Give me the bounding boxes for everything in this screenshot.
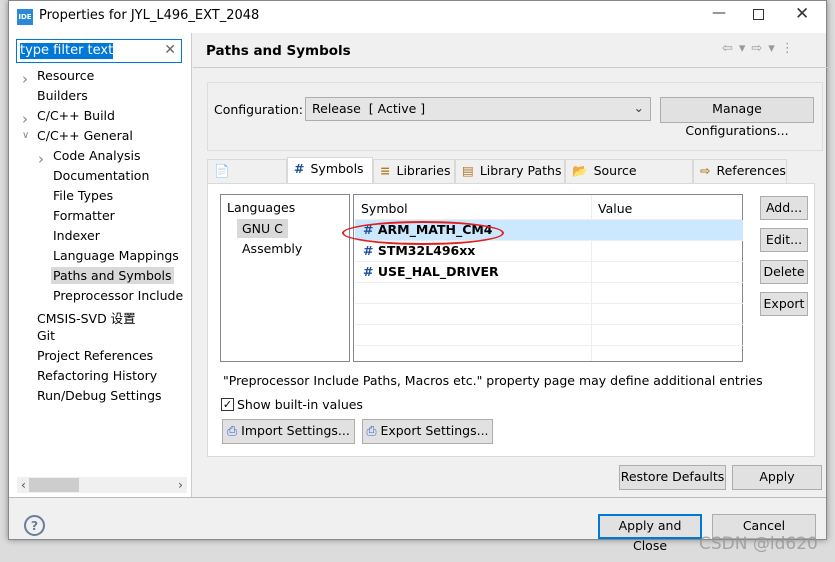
source-folder-icon: 📂 — [572, 163, 588, 178]
export-button[interactable]: Export — [760, 292, 808, 316]
column-header-value[interactable]: Value — [598, 201, 632, 216]
restore-defaults-button[interactable]: Restore Defaults — [619, 465, 726, 490]
tree-item[interactable]: Refactoring History — [35, 367, 159, 384]
empty-row — [355, 325, 743, 346]
tab-label: References — [716, 163, 786, 178]
help-icon[interactable]: ? — [24, 515, 45, 536]
properties-dialog: IDE Properties for JYL_L496_EXT_2048 — ✕… — [8, 0, 828, 554]
show-builtin-checkbox[interactable]: ✓ — [221, 398, 234, 411]
scrollbar-thumb[interactable] — [29, 478, 79, 492]
tree-item[interactable]: Project References — [35, 347, 155, 364]
horizontal-scrollbar[interactable]: ‹ › — [17, 477, 187, 493]
language-item[interactable]: GNU C — [237, 219, 288, 238]
symbols-table[interactable]: Symbol Value # ARM_MATH_CM4 # STM32L496xx… — [342, 194, 743, 362]
tab-symbols[interactable]: # Symbols — [287, 157, 373, 184]
configuration-group: Configuration: Release [ Active ] ⌄ Mana… — [207, 82, 823, 151]
tree-item[interactable]: Code Analysis — [51, 147, 142, 164]
minimize-button[interactable]: — — [709, 5, 729, 21]
watermark: CSDN @ld620 — [699, 534, 818, 554]
chevron-right-icon[interactable]: › — [38, 150, 44, 168]
ide-icon: IDE — [17, 9, 33, 25]
chevron-down-icon: ⌄ — [633, 100, 644, 115]
import-settings-button[interactable]: ⎙ Import Settings... — [222, 419, 355, 444]
manage-configurations-button[interactable]: Manage Configurations... — [660, 97, 814, 138]
delete-button[interactable]: Delete — [760, 260, 808, 284]
tab-label: Symbols — [310, 161, 364, 176]
hash-icon: # — [363, 243, 378, 258]
chevron-right-icon[interactable]: › — [22, 110, 28, 128]
clear-icon[interactable]: ✕ — [164, 42, 176, 58]
tab-source-location[interactable]: 📂Source Location — [565, 159, 693, 200]
tree-item[interactable]: Git — [35, 327, 57, 344]
languages-list[interactable]: Languages GNU C Assembly — [220, 194, 350, 362]
symbol-name: STM32L496xx — [377, 243, 476, 258]
libraries-icon: ≡ — [380, 163, 391, 178]
tree-item[interactable]: C/C++ General — [35, 127, 135, 144]
chevron-down-icon[interactable]: ∨ — [22, 130, 29, 141]
configuration-value: Release [ Active ] — [312, 101, 426, 116]
empty-row — [355, 283, 743, 304]
info-note: "Preprocessor Include Paths, Macros etc.… — [223, 373, 763, 388]
show-builtin-label: Show built-in values — [237, 397, 363, 412]
language-item[interactable]: Assembly — [242, 241, 302, 256]
configuration-label: Configuration: — [214, 102, 303, 117]
title-bar: IDE Properties for JYL_L496_EXT_2048 — ✕ — [9, 1, 826, 33]
close-button[interactable]: ✕ — [795, 4, 809, 24]
includes-icon: 📄 — [214, 163, 230, 178]
column-header-symbol[interactable]: Symbol — [361, 201, 408, 216]
tree-item[interactable]: File Types — [51, 187, 115, 204]
references-icon: ⇨ — [700, 163, 711, 178]
tab-library-paths[interactable]: ▤ Library Paths — [455, 159, 565, 183]
footer-divider — [9, 497, 826, 498]
header-divider — [193, 67, 828, 68]
library-paths-icon: ▤ — [462, 163, 474, 178]
nav-arrows[interactable]: ⇦▾⇨▾⋮ — [722, 41, 800, 56]
tab-content: Languages GNU C Assembly Symbol Value # … — [207, 183, 815, 457]
tree-item[interactable]: Paths and Symbols — [51, 267, 174, 284]
tree-item[interactable]: Resource — [35, 67, 96, 84]
tree-item[interactable]: Formatter — [51, 207, 117, 224]
export-icon: ⎙ — [366, 423, 377, 438]
tree-item[interactable]: Documentation — [51, 167, 151, 184]
empty-row — [355, 304, 743, 325]
symbol-name: USE_HAL_DRIVER — [377, 264, 499, 279]
tab-label: Library Paths — [479, 163, 562, 178]
edit-button[interactable]: Edit... — [760, 228, 808, 252]
hash-icon: # — [294, 161, 305, 176]
languages-header: Languages — [227, 200, 296, 215]
tab-libraries[interactable]: ≡ Libraries — [373, 159, 455, 183]
tab-label: Libraries — [396, 163, 451, 178]
tree-item[interactable]: Run/Debug Settings — [35, 387, 164, 404]
window-title: Properties for JYL_L496_EXT_2048 — [39, 8, 260, 23]
chevron-right-icon[interactable]: › — [22, 70, 28, 88]
nav-panel: type filter text ✕ › Resource Builders › C/C… — [9, 33, 192, 497]
tab-includes[interactable]: 📄Includes — [207, 159, 287, 200]
apply-button[interactable]: Apply — [732, 465, 822, 490]
highlight-ellipse — [342, 221, 504, 245]
add-button[interactable]: Add... — [760, 196, 808, 220]
tree-item[interactable]: Preprocessor Include — [51, 287, 185, 304]
page-title: Paths and Symbols — [206, 43, 351, 59]
tree-item[interactable]: Indexer — [51, 227, 102, 244]
hash-icon: # — [363, 264, 378, 279]
filter-input[interactable]: type filter text ✕ — [16, 39, 182, 63]
import-icon: ⎙ — [227, 423, 238, 438]
import-label: Import Settings... — [241, 423, 350, 438]
tree-item[interactable]: Builders — [35, 87, 90, 104]
configuration-select[interactable]: Release [ Active ] ⌄ — [305, 97, 651, 121]
export-settings-button[interactable]: ⎙ Export Settings... — [362, 419, 493, 444]
tab-references[interactable]: ⇨ References — [693, 159, 787, 183]
apply-and-close-button[interactable]: Apply and Close — [598, 514, 702, 553]
tree-item[interactable]: C/C++ Build — [35, 107, 117, 124]
filter-text: type filter text — [20, 43, 114, 59]
maximize-button[interactable] — [753, 9, 764, 20]
tree-item[interactable]: CMSIS-SVD 设置 — [35, 307, 138, 328]
tree-item[interactable]: Language Mappings — [51, 247, 181, 264]
export-label: Export Settings... — [380, 423, 489, 438]
table-row[interactable]: # USE_HAL_DRIVER — [355, 262, 743, 283]
